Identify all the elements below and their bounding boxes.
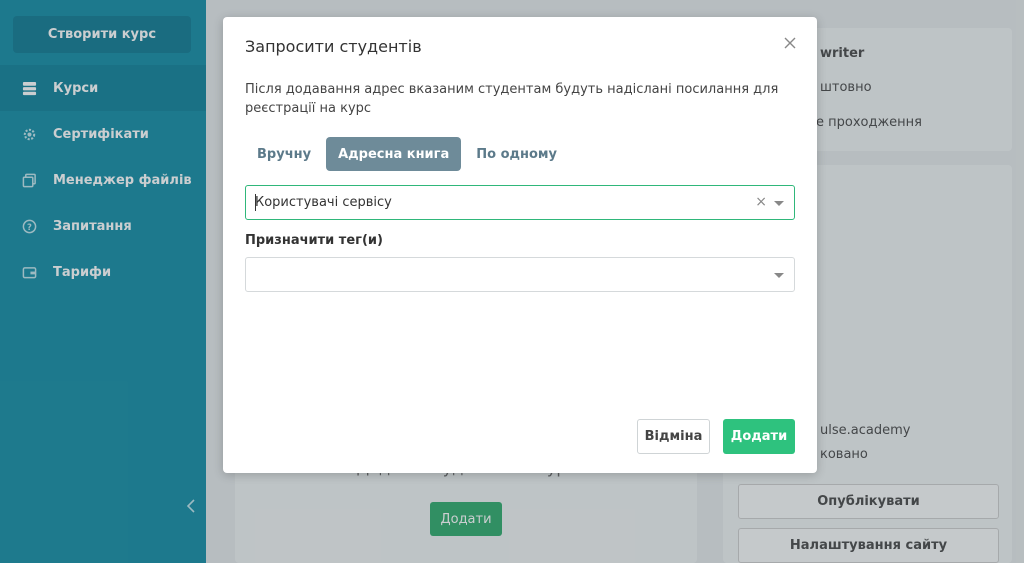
tab-manual[interactable]: Вручну [247, 137, 323, 171]
source-select[interactable]: Користувачі сервісу × [245, 185, 795, 220]
chevron-down-icon[interactable] [774, 273, 784, 278]
tags-label: Призначити тег(и) [245, 233, 383, 248]
tags-select[interactable] [245, 257, 795, 292]
source-select-value: Користувачі сервісу [255, 195, 392, 210]
tab-address-book[interactable]: Адресна книга [326, 137, 462, 171]
add-button[interactable]: Додати [723, 419, 795, 454]
clear-icon[interactable]: × [755, 194, 767, 210]
close-icon[interactable] [783, 36, 797, 50]
modal-title: Запросити студентів [245, 37, 422, 56]
modal-description: Після додавання адрес вказаним студентам… [245, 82, 779, 116]
invite-students-modal: Запросити студентів Після додавання адре… [223, 17, 817, 473]
tab-one-by-one[interactable]: По одному [464, 137, 569, 171]
cancel-button[interactable]: Відміна [637, 419, 710, 454]
text-cursor [255, 194, 256, 211]
invite-tabs: Вручну Адресна книга По одному [247, 137, 569, 171]
chevron-down-icon[interactable] [774, 201, 784, 206]
